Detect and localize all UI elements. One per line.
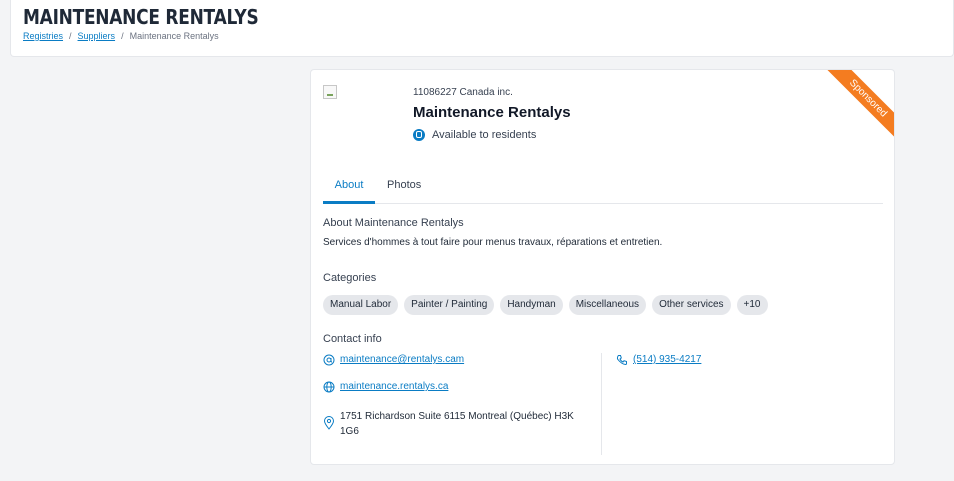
category-chip[interactable]: Manual Labor	[323, 295, 399, 315]
map-pin-icon	[323, 416, 335, 430]
category-chip[interactable]: Other services	[652, 295, 731, 315]
contact-website-row: maintenance.rentalys.ca	[323, 381, 448, 393]
email-icon	[323, 354, 335, 366]
supplier-name: Maintenance Rentalys	[413, 104, 571, 121]
phone-link[interactable]: (514) 935-4217	[633, 354, 701, 365]
breadcrumb-separator: /	[121, 31, 124, 41]
website-link[interactable]: maintenance.rentalys.ca	[340, 381, 448, 392]
sponsored-ribbon: Sponsored	[824, 70, 894, 140]
tab-photos[interactable]: Photos	[387, 179, 421, 204]
breadcrumb-registries-link[interactable]: Registries	[23, 31, 63, 41]
breadcrumb-separator: /	[69, 31, 72, 41]
category-chip[interactable]: Miscellaneous	[568, 295, 647, 315]
tab-about[interactable]: About	[323, 179, 375, 204]
email-link[interactable]: maintenance@rentalys.cam	[340, 354, 464, 365]
breadcrumb-current: Maintenance Rentalys	[129, 31, 219, 41]
sponsored-label: Sponsored	[824, 70, 894, 140]
tab-bar: About Photos	[323, 174, 883, 204]
category-chip[interactable]: Handyman	[500, 295, 563, 315]
resident-badge-icon	[413, 129, 425, 141]
broken-image-icon	[323, 85, 337, 99]
globe-icon	[323, 381, 335, 393]
more-categories-chip[interactable]: +10	[736, 295, 768, 315]
phone-icon	[616, 355, 627, 366]
company-name: 11086227 Canada inc.	[413, 87, 513, 98]
contact-heading: Contact info	[323, 333, 382, 345]
breadcrumb-suppliers-link[interactable]: Suppliers	[78, 31, 116, 41]
breadcrumb: Registries / Suppliers / Maintenance Rentaly…	[23, 31, 219, 41]
page-header: MAINTENANCE RENTALYS Registries / Supplier…	[10, 0, 954, 57]
category-list: Manual Labor Painter / Painting Handyman…	[323, 295, 768, 315]
page-title: MAINTENANCE RENTALYS	[23, 5, 259, 29]
category-chip[interactable]: Painter / Painting	[404, 295, 495, 315]
contact-phone-row: (514) 935-4217	[616, 354, 701, 366]
supplier-card: 11086227 Canada inc. Maintenance Rentaly…	[310, 69, 895, 465]
address-text: 1751 Richardson Suite 6115 Montreal (Qué…	[340, 411, 574, 437]
availability-status: Available to residents	[413, 129, 536, 141]
about-heading: About Maintenance Rentalys	[323, 217, 464, 229]
about-description: Services d'hommes à tout faire pour menu…	[323, 237, 663, 248]
contact-divider	[601, 353, 602, 455]
categories-heading: Categories	[323, 272, 377, 284]
contact-address-row: 1751 Richardson Suite 6115 Montreal (Qué…	[323, 409, 593, 439]
contact-email-row: maintenance@rentalys.cam	[323, 354, 464, 366]
availability-label: Available to residents	[432, 129, 537, 141]
